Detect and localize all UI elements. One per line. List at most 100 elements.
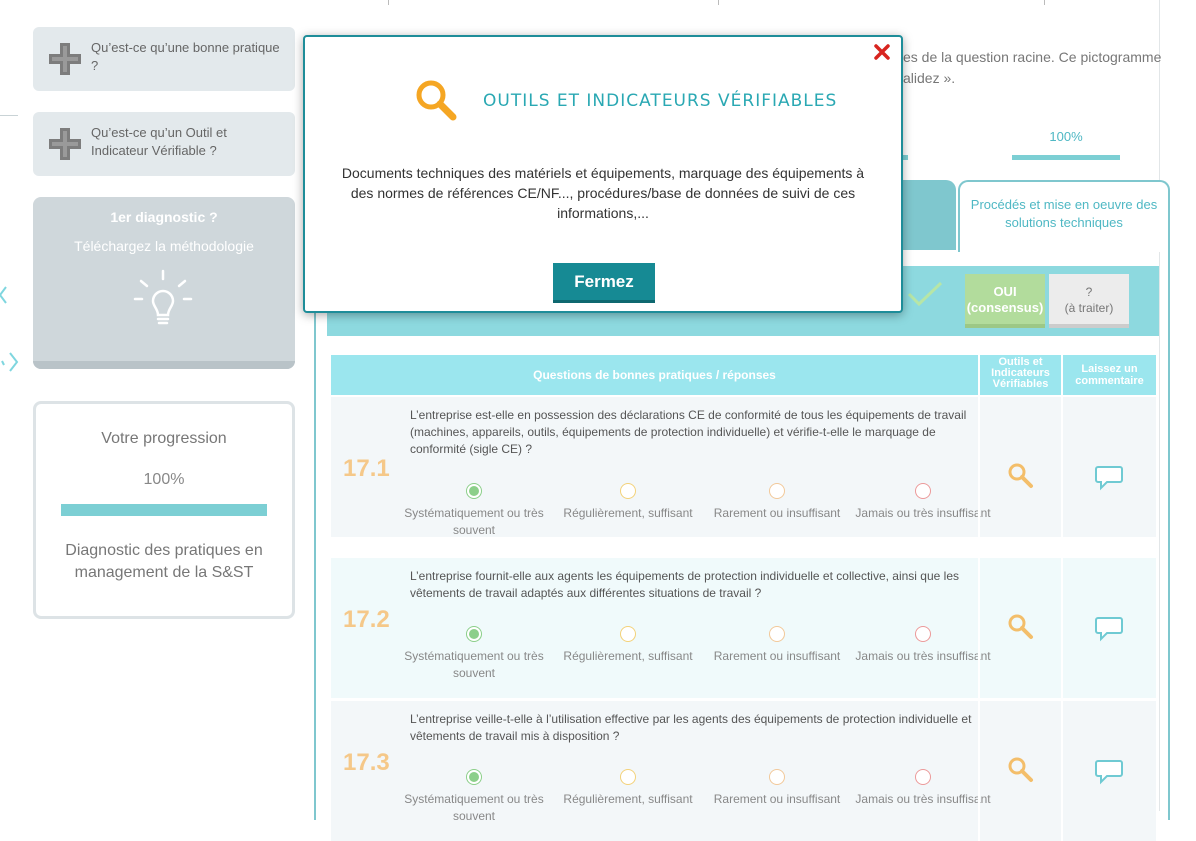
cell-divider	[1061, 397, 1063, 537]
edge-divider	[0, 115, 18, 116]
intro-text-line2: alidez ».	[903, 70, 956, 86]
diagnostic-download-link[interactable]: Téléchargez la méthodologie	[33, 238, 295, 254]
answer-option[interactable]: Rarement ou insuffisant	[707, 483, 847, 522]
cell-divider	[1061, 558, 1063, 698]
radio-button[interactable]	[769, 769, 785, 785]
magnifier-icon[interactable]	[1006, 755, 1036, 785]
answer-option[interactable]: Systématiquement ou très souvent	[404, 769, 544, 825]
question-number: 17.1	[343, 455, 390, 482]
radio-button[interactable]	[466, 769, 482, 785]
comment-bubble-icon[interactable]	[1094, 612, 1124, 642]
tab-procedes-solutions-techniques[interactable]: Procédés et mise en oeuvre des solutions…	[958, 180, 1170, 252]
radio-button[interactable]	[915, 483, 931, 499]
radio-button[interactable]	[620, 769, 636, 785]
answer-option-label: Régulièrement, suffisant	[563, 506, 693, 520]
top-tick	[1044, 0, 1045, 5]
diagnostic-title: 1er diagnostic ?	[110, 209, 218, 225]
progression-bar-fill	[61, 504, 267, 516]
cell-divider	[978, 558, 980, 698]
answer-option[interactable]: Jamais ou très insuffisant	[853, 483, 993, 522]
radio-button[interactable]	[915, 626, 931, 642]
chevron-left-icon[interactable]	[0, 275, 20, 315]
help-card-verifiable-tool[interactable]: Qu’est-ce qu’un Outil et Indicateur Véri…	[33, 112, 295, 176]
lightbulb-icon	[133, 269, 193, 325]
section-progress-label: 100%	[1049, 129, 1083, 144]
chevron-right-icon[interactable]	[0, 343, 20, 383]
question-number: 17.2	[343, 606, 390, 633]
radio-button[interactable]	[466, 626, 482, 642]
answer-option-label: Rarement ou insuffisant	[713, 649, 841, 663]
close-x-icon[interactable]	[873, 43, 891, 61]
question-row: 17.3 L’entreprise veille-t-elle à l’utili…	[331, 701, 1156, 841]
answer-option-label: Régulièrement, suffisant	[563, 792, 693, 806]
modal-body: Documents techniques des matériels et éq…	[341, 165, 865, 221]
progression-bar	[61, 504, 267, 516]
answer-option-label: Jamais ou très insuffisant	[855, 506, 991, 520]
answer-option-label: Rarement ou insuffisant	[713, 792, 841, 806]
tools-indicators-modal: OUTILS ET INDICATEURS VÉRIFIABLES Docume…	[303, 35, 903, 313]
cell-divider	[978, 701, 980, 841]
answer-option-label: Systématiquement ou très souvent	[404, 649, 544, 680]
diagnostic-download-card[interactable]: 1er diagnostic ? Téléchargez la méthodol…	[33, 197, 295, 369]
radio-button[interactable]	[915, 769, 931, 785]
answer-option[interactable]: Jamais ou très insuffisant	[853, 626, 993, 665]
a-traiter-button[interactable]: ? (à traiter)	[1049, 274, 1129, 328]
answer-option[interactable]: Systématiquement ou très souvent	[404, 483, 544, 539]
unknown-label: ?	[1085, 285, 1093, 299]
question-row: 17.2 L’entreprise fournit-elle aux agents…	[331, 558, 1156, 698]
puzzle-plus-icon	[49, 128, 81, 160]
help-card-good-practice[interactable]: Qu’est-ce qu’une bonne pratique ?	[33, 27, 295, 91]
header-tools: Outils et Indicateurs Vérifiables	[980, 355, 1061, 395]
header-questions: Questions de bonnes pratiques / réponses	[331, 355, 978, 395]
answer-option[interactable]: Régulièrement, suffisant	[558, 626, 698, 665]
radio-button[interactable]	[620, 483, 636, 499]
card-bottom-strip	[33, 361, 295, 369]
answer-option-label: Régulièrement, suffisant	[563, 649, 693, 663]
answer-option-label: Systématiquement ou très souvent	[404, 506, 544, 537]
fermez-button[interactable]: Fermez	[553, 263, 655, 303]
progression-description: Diagnostic des pratiques en management d…	[65, 542, 263, 581]
cell-divider	[1061, 701, 1063, 841]
help-card-label: Qu’est-ce qu’un Outil et Indicateur Véri…	[91, 125, 227, 158]
magnifier-icon[interactable]	[1006, 612, 1036, 642]
radio-button[interactable]	[769, 483, 785, 499]
question-text: L’entreprise est-elle en possession des …	[410, 408, 967, 456]
comment-bubble-icon[interactable]	[1094, 755, 1124, 785]
unknown-sublabel: (à traiter)	[1064, 301, 1114, 315]
radio-button[interactable]	[620, 626, 636, 642]
question-row: 17.1 L’entreprise est-elle en possession …	[331, 397, 1156, 537]
progression-percent: 100%	[143, 471, 185, 488]
oui-sublabel: (consensus)	[966, 300, 1044, 315]
answer-option[interactable]: Systématiquement ou très souvent	[404, 626, 544, 682]
comment-bubble-icon[interactable]	[1094, 461, 1124, 491]
radio-button[interactable]	[769, 626, 785, 642]
magnifier-icon[interactable]	[1006, 461, 1036, 491]
question-text: L’entreprise veille-t-elle à l’utilisati…	[410, 712, 972, 743]
answer-option-label: Rarement ou insuffisant	[713, 506, 841, 520]
oui-label: OUI	[993, 284, 1017, 299]
answer-option[interactable]: Régulièrement, suffisant	[558, 769, 698, 808]
progression-title: Votre progression	[101, 430, 227, 447]
answer-option[interactable]: Régulièrement, suffisant	[558, 483, 698, 522]
question-number: 17.3	[343, 749, 390, 776]
progression-card: Votre progression 100% Diagnostic des pr…	[33, 401, 295, 619]
intro-text-line1: es de la question racine. Ce pictogramme	[903, 49, 1162, 65]
cell-divider	[978, 397, 980, 537]
radio-button[interactable]	[466, 483, 482, 499]
oui-consensus-button[interactable]: OUI (consensus)	[965, 274, 1045, 328]
top-tick	[388, 0, 389, 5]
question-text: L’entreprise fournit-elle aux agents les…	[410, 569, 959, 600]
answer-option-label: Systématiquement ou très souvent	[404, 792, 544, 823]
answer-option[interactable]: Rarement ou insuffisant	[707, 769, 847, 808]
answer-option[interactable]: Rarement ou insuffisant	[707, 626, 847, 665]
answer-option-label: Jamais ou très insuffisant	[855, 792, 991, 806]
section-progress-bar	[1012, 155, 1120, 160]
answer-option[interactable]: Jamais ou très insuffisant	[853, 769, 993, 808]
modal-title: OUTILS ET INDICATEURS VÉRIFIABLES	[483, 91, 838, 111]
top-tick	[718, 0, 719, 5]
puzzle-plus-icon	[49, 43, 81, 75]
answer-option-label: Jamais ou très insuffisant	[855, 649, 991, 663]
help-card-label: Qu’est-ce qu’une bonne pratique ?	[91, 40, 280, 73]
checkmark-icon	[907, 281, 943, 307]
header-comment: Laissez un commentaire	[1063, 355, 1156, 395]
